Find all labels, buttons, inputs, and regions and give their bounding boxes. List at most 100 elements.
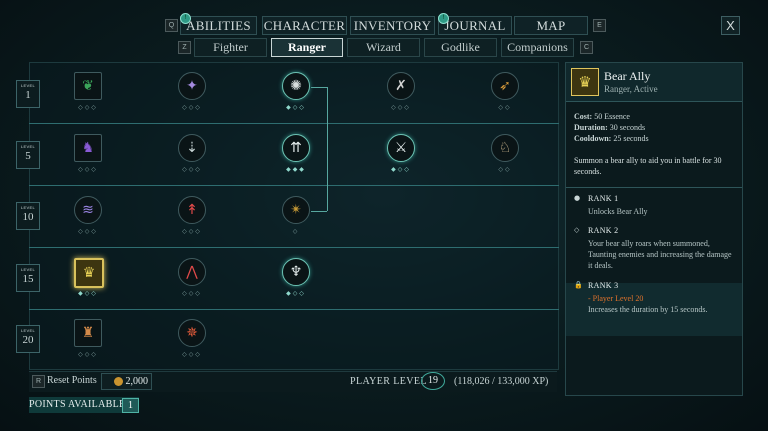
player-level-value: 19 — [421, 372, 445, 390]
tab-journal[interactable]: JOURNAL — [438, 16, 512, 35]
tier-divider — [29, 185, 559, 186]
beast-fury-icon: ♜ — [74, 319, 102, 347]
ability-node[interactable]: ❦ ◇◇◇ — [74, 72, 102, 111]
prerequisite-connector — [311, 87, 327, 88]
level-marker-20: LEVEL 20 — [16, 325, 40, 353]
ability-description: Summon a bear ally to aid you in battle … — [574, 156, 722, 176]
reset-cost: 2,000 — [101, 373, 152, 390]
ability-stats: Cost: 50 Essence Duration: 30 seconds Co… — [574, 112, 649, 143]
close-button[interactable]: X — [721, 16, 740, 35]
ranger-emblem-icon: ❦ — [74, 72, 102, 100]
prerequisite-connector — [327, 87, 328, 211]
rank-learned-icon: ● — [574, 194, 581, 202]
tab-companions[interactable]: Companions — [501, 38, 574, 57]
level-marker-5: LEVEL 5 — [16, 141, 40, 169]
detail-divider — [566, 187, 742, 188]
tier-divider — [29, 309, 559, 310]
journal-notification-badge: ! — [438, 13, 449, 24]
crossed-arrows-icon: ✗ — [387, 72, 415, 100]
wind-dash-icon: ≋ — [74, 196, 102, 224]
ability-subtitle: Ranger, Active — [604, 84, 658, 94]
rank-pips: ◇◇◇ — [182, 104, 202, 111]
ability-node[interactable]: ⚔ ◆◇◇ — [387, 134, 415, 173]
reset-key[interactable]: R — [32, 375, 45, 388]
rank-pips: ◇◇◇ — [182, 351, 202, 358]
points-available-label: POINTS AVAILABLE — [29, 399, 126, 410]
shadow-beast-icon: ♞ — [74, 134, 102, 162]
ability-node[interactable]: ➶ ◇◇ — [491, 72, 519, 111]
ability-node[interactable]: ✵ ◇◇◇ — [178, 319, 206, 358]
rank-pips: ◇◇ — [498, 104, 512, 111]
xp-progress: (118,026 / 133,000 XP) — [454, 376, 549, 387]
ability-node[interactable]: ✗ ◇◇◇ — [387, 72, 415, 111]
hawk-strike-icon: ♆ — [282, 258, 310, 286]
rank-pips: ◆◆◆ — [286, 166, 306, 173]
tab-character[interactable]: CHARACTER — [262, 16, 347, 35]
rank-pips: ◇◇◇ — [78, 166, 98, 173]
prev-class-key[interactable]: Z — [178, 41, 191, 54]
prerequisite-connector — [311, 211, 327, 212]
ability-node[interactable]: ✺ ◆◇◇ — [282, 72, 310, 111]
rank-pips: ◆◇◇ — [286, 104, 306, 111]
lock-icon: 🔒 — [574, 281, 583, 289]
ability-node[interactable]: ♛ ◆◇◇ — [74, 258, 104, 297]
tab-inventory[interactable]: INVENTORY — [350, 16, 435, 35]
coin-icon — [113, 377, 123, 387]
tab-wizard[interactable]: Wizard — [347, 38, 420, 57]
rank-pips: ◇◇◇ — [78, 351, 98, 358]
abilities-notification-badge: ! — [180, 13, 191, 24]
wolf-head-icon: ♘ — [491, 134, 519, 162]
arrow-rain-icon: ⇣ — [178, 134, 206, 162]
tab-godlike[interactable]: Godlike — [424, 38, 497, 57]
bear-ally-icon: ♛ — [74, 258, 104, 288]
next-tab-key[interactable]: E — [593, 19, 606, 32]
player-level-label: PLAYER LEVEL — [350, 376, 427, 387]
arrow-volley-icon: ➶ — [491, 72, 519, 100]
ability-node[interactable]: ♜ ◇◇◇ — [74, 319, 102, 358]
blood-arrow-icon: ↟ — [178, 196, 206, 224]
rank-pips: ◇◇◇ — [182, 166, 202, 173]
level-marker-1: LEVEL 1 — [16, 80, 40, 108]
ability-node[interactable]: ⇈ ◆◆◆ — [282, 134, 310, 173]
rank-requirement: - Player Level 20 — [588, 294, 644, 303]
ability-node[interactable]: ✴ ◇ — [282, 196, 310, 235]
points-available-value: 1 — [122, 398, 139, 413]
ability-node[interactable]: ♆ ◆◇◇ — [282, 258, 310, 297]
ability-node[interactable]: ⇣ ◇◇◇ — [178, 134, 206, 173]
ability-node[interactable]: ♞ ◇◇◇ — [74, 134, 102, 173]
ability-node[interactable]: ✦ ◇◇◇ — [178, 72, 206, 111]
reset-points-button[interactable]: Reset Points — [47, 375, 97, 386]
tab-fighter[interactable]: Fighter — [194, 38, 267, 57]
rank-2[interactable]: ◇ RANK 2 Your bear ally roars when summo… — [566, 226, 742, 279]
tier-divider — [29, 123, 559, 124]
rank-pips: ◆◇◇ — [391, 166, 411, 173]
ability-node[interactable]: ♘ ◇◇ — [491, 134, 519, 173]
rank-pips: ◆◇◇ — [78, 290, 98, 297]
ability-node[interactable]: ↟ ◇◇◇ — [178, 196, 206, 235]
tab-map[interactable]: MAP — [514, 16, 588, 35]
next-class-key[interactable]: C — [580, 41, 593, 54]
rank-pips: ◇◇◇ — [78, 228, 98, 235]
rank-pips: ◇◇◇ — [78, 104, 98, 111]
rank-pips: ◇ — [292, 228, 300, 235]
rank-pips: ◇◇◇ — [182, 228, 202, 235]
crossed-swords-icon: ⚔ — [387, 134, 415, 162]
tab-ranger[interactable]: Ranger — [271, 38, 343, 57]
beast-claw-icon: ✺ — [282, 72, 310, 100]
rank-pips: ◇◇◇ — [391, 104, 411, 111]
rank-pips: ◇◇◇ — [182, 290, 202, 297]
rank-available-icon: ◇ — [574, 226, 580, 234]
triple-arrow-icon: ⇈ — [282, 134, 310, 162]
ability-name: Bear Ally — [604, 69, 651, 83]
prev-tab-key[interactable]: Q — [165, 19, 178, 32]
level-marker-15: LEVEL 15 — [16, 264, 40, 292]
tier-divider — [29, 247, 559, 248]
ability-node[interactable]: ⋀ ◇◇◇ — [178, 258, 206, 297]
orb-sparkle-icon: ✦ — [178, 72, 206, 100]
flame-arrow-icon: ⋀ — [178, 258, 206, 286]
tab-abilities[interactable]: ABILITIES — [180, 16, 257, 35]
rank-pips: ◇◇ — [498, 166, 512, 173]
bear-ally-icon: ♛ — [571, 68, 599, 96]
ability-node[interactable]: ≋ ◇◇◇ — [74, 196, 102, 235]
hunter-mark-icon: ✴ — [282, 196, 310, 224]
